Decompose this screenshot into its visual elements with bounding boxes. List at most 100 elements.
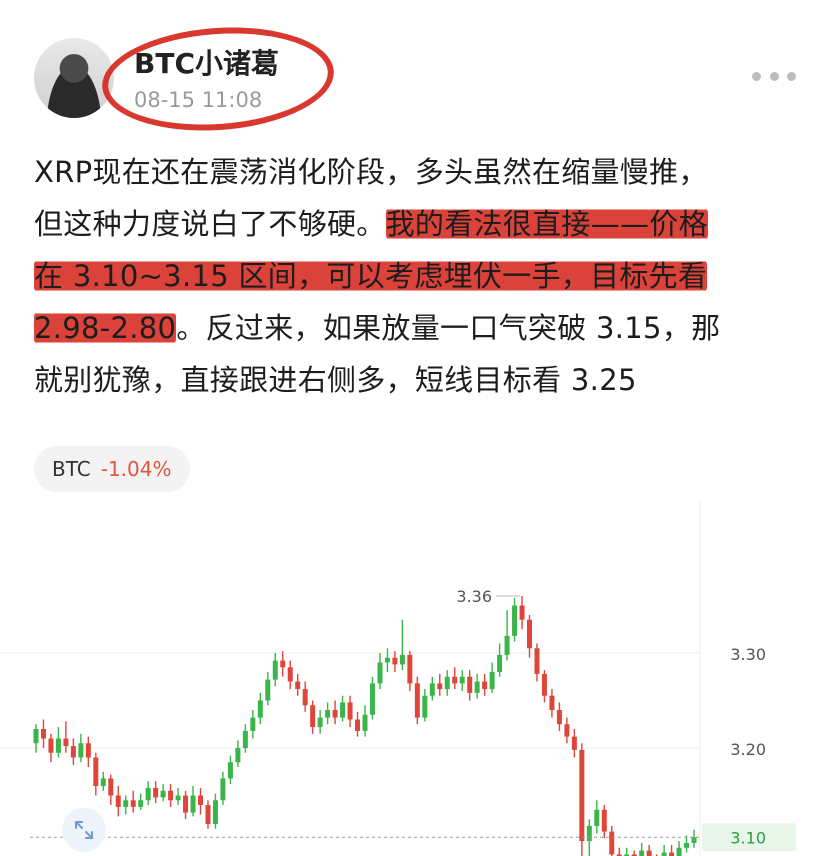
candle	[325, 710, 331, 718]
candle	[541, 673, 547, 696]
candle	[145, 787, 151, 801]
candle	[609, 831, 615, 855]
candle	[130, 800, 136, 807]
candle	[594, 809, 600, 826]
candle	[684, 843, 690, 848]
candle	[250, 717, 256, 731]
post-text: XRP现在还在震荡消化阶段，多头虽然在缩量慢推， 但这种力度说白了不够硬。我的看法…	[34, 146, 806, 406]
candle	[556, 710, 562, 725]
candle	[571, 736, 577, 750]
candle	[534, 648, 540, 674]
candle	[429, 683, 435, 696]
candle	[55, 738, 61, 753]
candle	[669, 852, 675, 856]
post-line: 就别犹豫，直接跟进右侧多，短线目标看 3.25	[34, 354, 806, 406]
candle	[198, 795, 203, 805]
more-dots-icon[interactable]	[752, 66, 796, 86]
candle	[512, 605, 518, 636]
candle	[497, 654, 503, 672]
candle	[362, 714, 368, 731]
candle	[78, 743, 84, 758]
candle	[257, 700, 263, 718]
candle	[235, 748, 241, 763]
candle	[564, 724, 570, 737]
candle	[399, 654, 405, 665]
candle	[347, 702, 353, 720]
highlighted-text: 我的看法很直接——价格	[385, 207, 708, 241]
candle	[190, 795, 196, 813]
red-annotation-circle	[98, 20, 338, 138]
candle	[220, 778, 226, 801]
ticker-symbol: BTC	[52, 457, 91, 481]
candle	[519, 605, 525, 620]
expand-icon[interactable]	[62, 808, 106, 852]
candle	[504, 635, 510, 655]
candle	[63, 738, 69, 747]
candle	[355, 719, 361, 731]
candle	[407, 654, 413, 684]
candle	[123, 800, 129, 807]
candle	[212, 800, 218, 824]
candle	[377, 662, 383, 684]
candle	[691, 837, 697, 843]
candle	[586, 825, 592, 842]
avatar[interactable]	[34, 38, 114, 118]
candle	[676, 847, 682, 856]
candle	[444, 676, 450, 690]
candle	[93, 757, 99, 786]
candle	[183, 795, 189, 813]
candle	[369, 683, 375, 715]
candlestick-chart[interactable]: 3.30 3.20 3.36 3.10	[0, 500, 828, 856]
candle	[452, 676, 458, 684]
post-text-segment: XRP现在还在震荡消化阶段，多头虽然在缩量慢推，	[34, 155, 708, 189]
post-line: 但这种力度说白了不够硬。我的看法很直接——价格	[34, 198, 806, 250]
candle	[138, 800, 144, 807]
candle	[302, 689, 308, 706]
candle	[33, 729, 39, 744]
expand-arrows-icon	[75, 821, 93, 839]
post-text-segment: 但这种力度说白了不够硬。	[34, 207, 386, 241]
candle	[340, 702, 346, 718]
candle	[242, 730, 248, 748]
candle	[549, 695, 555, 710]
candle	[489, 672, 495, 690]
candle	[205, 805, 211, 824]
candle	[482, 681, 488, 690]
post-text-segment: 。反过来，如果放量一口气突破 3.15，那	[176, 311, 721, 345]
candle	[317, 717, 323, 728]
post-line: 2.98-2.80。反过来，如果放量一口气突破 3.15，那	[34, 302, 806, 354]
y-tick-label: 3.20	[730, 740, 766, 759]
candle	[527, 619, 532, 649]
candle	[175, 795, 181, 801]
candle	[661, 852, 667, 856]
candle	[332, 710, 338, 718]
dot	[787, 71, 796, 81]
candle	[646, 850, 652, 856]
post-line: XRP现在还在震荡消化阶段，多头虽然在缩量慢推，	[34, 146, 806, 198]
candle	[579, 749, 585, 842]
candle	[310, 705, 316, 728]
candle	[265, 679, 271, 701]
candle	[108, 778, 114, 796]
dot	[769, 71, 779, 81]
candle	[422, 695, 428, 718]
candle	[40, 729, 46, 739]
y-tick-label: 3.30	[730, 645, 766, 664]
candle	[280, 660, 286, 668]
highlighted-text: 2.98-2.80	[34, 311, 177, 345]
candle	[227, 762, 233, 779]
candle	[601, 809, 607, 832]
post-line: 在 3.10~3.15 区间，可以考虑埋伏一手，目标先看	[34, 250, 806, 302]
candle	[48, 738, 54, 753]
candle	[295, 681, 301, 690]
candle	[384, 657, 390, 663]
candle	[287, 667, 293, 682]
candle	[168, 790, 174, 801]
highlighted-text: 在 3.10~3.15 区间，可以考虑埋伏一手，目标先看	[34, 259, 708, 293]
candle	[153, 787, 159, 798]
candle	[70, 746, 76, 758]
ticker-chip[interactable]: BTC -1.04%	[34, 446, 190, 492]
candle	[160, 790, 166, 798]
candle	[437, 683, 443, 690]
candle	[414, 683, 420, 718]
